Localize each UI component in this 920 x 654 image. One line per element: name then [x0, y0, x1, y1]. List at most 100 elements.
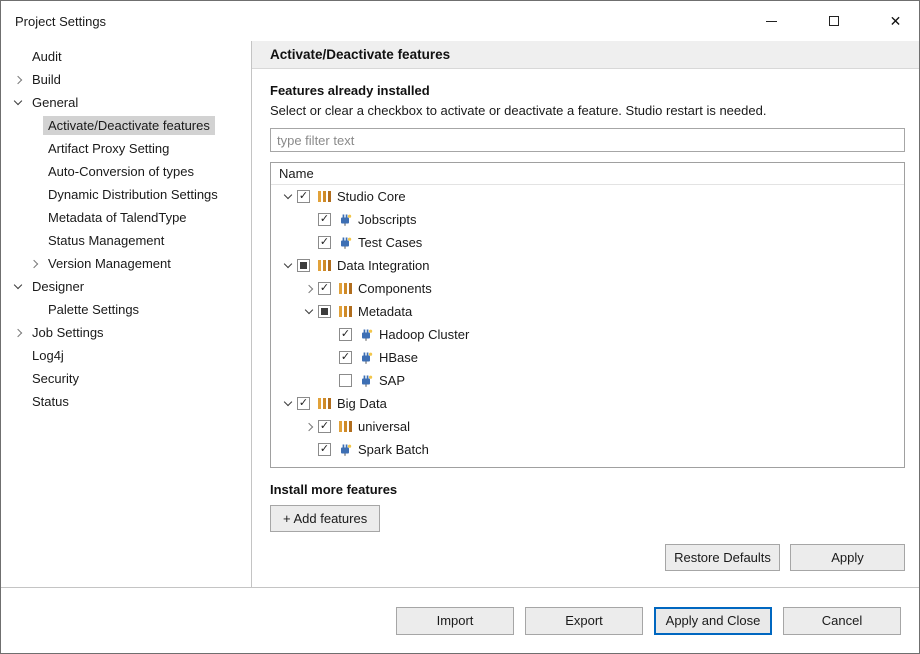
sidebar-item-label: Security — [27, 369, 84, 388]
feature-checkbox-checked[interactable] — [318, 443, 331, 456]
feature-checkbox-checked[interactable] — [318, 236, 331, 249]
sidebar-item-build[interactable]: Build — [1, 68, 251, 91]
add-features-button[interactable]: + Add features — [270, 505, 380, 532]
feature-checkbox-partial[interactable] — [297, 259, 310, 272]
sidebar-item-dynamic-distribution-settings[interactable]: Dynamic Distribution Settings — [1, 183, 251, 206]
installed-section-title: Features already installed — [270, 83, 905, 98]
sidebar-item-label: Audit — [27, 47, 67, 66]
feature-checkbox-checked[interactable] — [318, 282, 331, 295]
feature-row-hadoop-cluster[interactable]: Hadoop Cluster — [271, 323, 904, 346]
twisty-spacer — [27, 187, 43, 203]
feature-row-studio-core[interactable]: Studio Core — [271, 185, 904, 208]
plugin-icon — [359, 374, 373, 388]
feature-row-big-data[interactable]: Big Data — [271, 392, 904, 415]
feature-icon — [358, 374, 374, 388]
chevron-down-icon[interactable] — [302, 304, 318, 320]
sidebar-item-job-settings[interactable]: Job Settings — [1, 321, 251, 344]
feature-icon — [337, 443, 353, 457]
sidebar-item-status-management[interactable]: Status Management — [1, 229, 251, 252]
settings-nav-tree: Audit Build General Activate/Deactivate … — [1, 41, 252, 587]
sidebar-item-security[interactable]: Security — [1, 367, 251, 390]
sidebar-item-version-management[interactable]: Version Management — [1, 252, 251, 275]
twisty-spacer — [11, 371, 27, 387]
chevron-right-icon[interactable] — [302, 419, 318, 435]
twisty-spacer — [11, 394, 27, 410]
tree-column-header-name[interactable]: Name — [271, 163, 904, 185]
sidebar-item-general[interactable]: General — [1, 91, 251, 114]
restore-defaults-button[interactable]: Restore Defaults — [665, 544, 780, 571]
feature-label: Test Cases — [358, 235, 422, 250]
feature-checkbox-unchecked[interactable] — [339, 374, 352, 387]
feature-label: HBase — [379, 350, 418, 365]
sidebar-item-auto-conversion-of-types[interactable]: Auto-Conversion of types — [1, 160, 251, 183]
feature-row-components[interactable]: Components — [271, 277, 904, 300]
feature-icon — [337, 213, 353, 227]
chevron-right-icon[interactable] — [11, 325, 27, 341]
page-content: Features already installed Select or cle… — [252, 69, 919, 587]
chevron-down-icon[interactable] — [281, 396, 297, 412]
feature-checkbox-checked[interactable] — [297, 397, 310, 410]
feature-row-hbase[interactable]: HBase — [271, 346, 904, 369]
feature-label: Jobscripts — [358, 212, 417, 227]
titlebar: Project Settings ✕ — [1, 1, 919, 41]
chevron-right-icon[interactable] — [11, 72, 27, 88]
filter-input[interactable] — [270, 128, 905, 152]
chevron-down-icon[interactable] — [281, 189, 297, 205]
chevron-down-icon[interactable] — [11, 279, 27, 295]
feature-label: SAP — [379, 373, 405, 388]
import-button[interactable]: Import — [396, 607, 514, 635]
chevron-right-icon[interactable] — [302, 281, 318, 297]
maximize-button[interactable] — [810, 1, 857, 41]
feature-icon — [316, 259, 332, 273]
sidebar-item-audit[interactable]: Audit — [1, 45, 251, 68]
dialog-footer: Import Export Apply and Close Cancel — [1, 587, 919, 653]
sidebar-item-status[interactable]: Status — [1, 390, 251, 413]
feature-checkbox-checked[interactable] — [318, 213, 331, 226]
sidebar-item-activate-deactivate-features[interactable]: Activate/Deactivate features — [1, 114, 251, 137]
feature-icon — [358, 328, 374, 342]
feature-label: Components — [358, 281, 432, 296]
sidebar-item-palette-settings[interactable]: Palette Settings — [1, 298, 251, 321]
twisty-spacer — [323, 327, 339, 343]
feature-checkbox-checked[interactable] — [339, 351, 352, 364]
cancel-button[interactable]: Cancel — [783, 607, 901, 635]
feature-group-icon — [318, 398, 331, 409]
twisty-spacer — [302, 235, 318, 251]
export-button[interactable]: Export — [525, 607, 643, 635]
feature-checkbox-checked[interactable] — [339, 328, 352, 341]
sidebar-item-label: Metadata of TalendType — [43, 208, 192, 227]
features-tree-panel: Name Studio Core — [270, 162, 905, 468]
feature-checkbox-partial[interactable] — [318, 305, 331, 318]
feature-checkbox-checked[interactable] — [318, 420, 331, 433]
sidebar-item-label: Dynamic Distribution Settings — [43, 185, 223, 204]
sidebar-item-label: Status Management — [43, 231, 169, 250]
chevron-right-icon[interactable] — [27, 256, 43, 272]
feature-row-metadata[interactable]: Metadata — [271, 300, 904, 323]
chevron-down-icon[interactable] — [281, 258, 297, 274]
sidebar-item-label: Artifact Proxy Setting — [43, 139, 174, 158]
apply-and-close-button[interactable]: Apply and Close — [654, 607, 772, 635]
sidebar-item-designer[interactable]: Designer — [1, 275, 251, 298]
feature-icon — [337, 420, 353, 434]
feature-row-test-cases[interactable]: Test Cases — [271, 231, 904, 254]
chevron-down-icon[interactable] — [11, 95, 27, 111]
feature-group-icon — [318, 260, 331, 271]
feature-checkbox-checked[interactable] — [297, 190, 310, 203]
sidebar-item-metadata-of-talendtype[interactable]: Metadata of TalendType — [1, 206, 251, 229]
feature-group-icon — [318, 191, 331, 202]
feature-row-data-integration[interactable]: Data Integration — [271, 254, 904, 277]
feature-row-jobscripts[interactable]: Jobscripts — [271, 208, 904, 231]
feature-row-spark-batch[interactable]: Spark Batch — [271, 438, 904, 461]
minimize-button[interactable] — [748, 1, 795, 41]
feature-label: Spark Batch — [358, 442, 429, 457]
feature-row-sap[interactable]: SAP — [271, 369, 904, 392]
feature-row-universal[interactable]: universal — [271, 415, 904, 438]
sidebar-item-artifact-proxy-setting[interactable]: Artifact Proxy Setting — [1, 137, 251, 160]
sidebar-item-log4j[interactable]: Log4j — [1, 344, 251, 367]
feature-icon — [358, 351, 374, 365]
close-button[interactable]: ✕ — [872, 1, 919, 41]
apply-button[interactable]: Apply — [790, 544, 905, 571]
sidebar-item-label: Status — [27, 392, 74, 411]
feature-label: Data Integration — [337, 258, 430, 273]
sidebar-item-label: Log4j — [27, 346, 69, 365]
